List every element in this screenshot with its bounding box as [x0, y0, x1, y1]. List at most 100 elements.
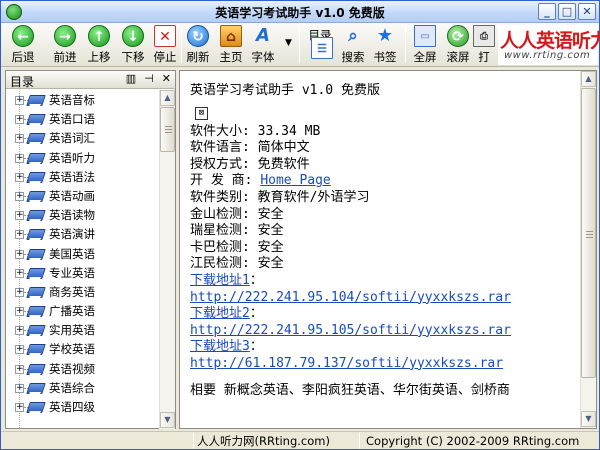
panel-close-icon[interactable]: ✕ [162, 72, 171, 85]
info-field-value: 简体中文 [257, 140, 310, 156]
panel-pin-icon[interactable]: ⊣ [144, 72, 154, 85]
search-icon: ⌕ [348, 26, 358, 46]
download-label-link[interactable]: 下载地址3 [190, 339, 250, 354]
tree-item[interactable]: + 英语口语 [6, 110, 158, 129]
tree-item[interactable]: + 实用英语 [6, 321, 158, 340]
expand-plus-icon[interactable]: + [15, 268, 24, 278]
info-field-row: 授权方式: 免费软件 [190, 157, 580, 174]
info-field-value: 免费软件 [257, 156, 310, 172]
tree-item-label: 专业英语 [49, 265, 95, 280]
expand-plus-icon[interactable]: + [15, 115, 24, 125]
tree-item[interactable]: + 英语综合 [6, 379, 158, 398]
tree-item[interactable]: + 美国英语 [6, 245, 158, 264]
scroll-down-arrow-icon[interactable]: ▼ [581, 411, 596, 427]
scroll-up-arrow-icon[interactable]: ▲ [581, 71, 596, 87]
tree-item-label: 英语动画 [49, 188, 95, 203]
download-label-link[interactable]: 下载地址1 [190, 273, 250, 288]
forward-button[interactable]: → 前进 [46, 25, 84, 65]
tree-item-label: 英语演讲 [49, 227, 95, 242]
tree-item[interactable]: + 学校英语 [6, 340, 158, 359]
download-url-link[interactable]: http://61.187.79.137/softii/yyxxkszs.rar [190, 356, 503, 371]
panel-layout-icon[interactable]: ▥ [126, 72, 136, 85]
tree-item[interactable]: + 英语演讲 [6, 225, 158, 244]
info-field-row: 卡巴检测: 安全 [190, 240, 580, 257]
expand-plus-icon[interactable]: + [15, 307, 24, 317]
developer-homepage-link[interactable]: Home Page [260, 173, 330, 188]
contents-tree: + 英语音标 + 英语口语 + 英语词汇 + 英语听力 + 英语语法 + 英语动画 + 英语读物 + 英语演讲… [6, 91, 158, 428]
minimize-button[interactable]: _ [538, 3, 556, 20]
book-icon [26, 306, 46, 318]
tree-item[interactable]: + 英语词汇 [6, 129, 158, 148]
tree-item[interactable]: + 商务英语 [6, 283, 158, 302]
logo-text: 人人英语听力 [500, 30, 600, 52]
move-up-button[interactable]: ↑ 上移 [80, 25, 118, 65]
print-icon: ⎙ [473, 25, 495, 47]
rrting-logo[interactable]: 人人英语听力 www.rrting.com [498, 25, 600, 65]
font-dropdown-arrow-icon[interactable]: ▼ [285, 38, 292, 48]
related-software-text: 相要 新概念英语、李阳疯狂英语、华尔街英语、剑桥商 [190, 382, 510, 398]
print-button[interactable]: ⎙ 打 [471, 25, 497, 65]
bookmark-button[interactable]: ★ 书签 [366, 25, 404, 65]
status-copyright: Copyright (C) 2002-2009 RRting.com [366, 434, 580, 448]
book-icon [26, 286, 46, 298]
tree-item[interactable]: + 广播英语 [6, 302, 158, 321]
download-label-link[interactable]: 下载地址2 [190, 306, 250, 321]
expand-plus-icon[interactable]: + [15, 211, 24, 221]
info-field-value: 安全 [257, 256, 284, 272]
content-scrollbar[interactable]: ▲ ▼ [580, 71, 596, 428]
tree-item[interactable]: + 英语听力 [6, 149, 158, 168]
tree-item-label: 学校英语 [49, 342, 95, 357]
expand-plus-icon[interactable]: + [15, 153, 24, 163]
expand-plus-icon[interactable]: + [15, 191, 24, 201]
back-button[interactable]: ← 后退 [4, 25, 42, 65]
expand-plus-icon[interactable]: + [15, 96, 24, 105]
info-field-value: 安全 [257, 206, 284, 222]
info-field-key: 瑞星检测: [190, 223, 250, 239]
info-field-row: 软件类别: 教育软件/外语学习 [190, 190, 580, 207]
expand-plus-icon[interactable]: + [15, 403, 24, 412]
stop-icon: ✕ [154, 25, 176, 47]
book-icon [26, 267, 46, 279]
download-url-row: http://222.241.95.105/softii/yyxxkszs.ra… [190, 323, 580, 340]
info-field-key: 卡巴检测: [190, 239, 250, 255]
expand-plus-icon[interactable]: + [15, 249, 24, 259]
status-bar: 人人听力网(RRting.com) Copyright (C) 2002-200… [1, 431, 599, 449]
scroll-thumb[interactable] [160, 107, 175, 152]
tree-item[interactable]: + 英语视频 [6, 360, 158, 379]
download-url-row: http://61.187.79.137/softii/yyxxkszs.rar [190, 356, 580, 373]
expand-plus-icon[interactable]: + [15, 364, 24, 374]
expand-plus-icon[interactable]: + [15, 230, 24, 240]
status-separator [193, 433, 194, 449]
scroll-thumb[interactable] [581, 88, 596, 378]
down-arrow-icon: ↓ [122, 25, 144, 47]
book-icon [26, 133, 46, 145]
book-icon [26, 152, 46, 164]
download-url-link[interactable]: http://222.241.95.105/softii/yyxxkszs.ra… [190, 323, 511, 338]
maximize-button[interactable]: □ [558, 3, 576, 20]
expand-plus-icon[interactable]: + [15, 287, 24, 297]
status-site: 人人听力网(RRting.com) [197, 434, 330, 448]
scroll-up-arrow-icon[interactable]: ▲ [160, 90, 175, 106]
tree-item[interactable]: + 英语四级 [6, 398, 158, 417]
info-field-row: 软件大小: 33.34 MB [190, 124, 580, 141]
expand-plus-icon[interactable]: + [15, 134, 24, 144]
tree-scrollbar[interactable]: ▲ ▼ [159, 90, 175, 429]
forward-arrow-icon: → [54, 25, 76, 47]
info-field-row: 软件语言: 简体中文 [190, 140, 580, 157]
close-button[interactable]: ✕ [578, 3, 596, 20]
tree-item-label: 商务英语 [49, 284, 95, 299]
tree-item[interactable]: + 英语语法 [6, 168, 158, 187]
download-url-link[interactable]: http://222.241.95.104/softii/yyxxkszs.ra… [190, 290, 511, 305]
expand-plus-icon[interactable]: + [15, 345, 24, 355]
tree-item[interactable]: + 英语音标 [6, 91, 158, 110]
scroll-down-arrow-icon[interactable]: ▼ [160, 412, 175, 428]
font-button[interactable]: A 字体 [244, 25, 282, 65]
tree-item[interactable]: + 专业英语 [6, 264, 158, 283]
expand-plus-icon[interactable]: + [15, 326, 24, 336]
tree-item[interactable]: + 英语动画 [6, 187, 158, 206]
tree-item[interactable]: + 英语读物 [6, 206, 158, 225]
expand-plus-icon[interactable]: + [15, 172, 24, 182]
expand-plus-icon[interactable]: + [15, 383, 24, 393]
panel-header-buttons: ▥ ⊣ ✕ [126, 72, 171, 85]
bookmark-button-label: 书签 [373, 50, 397, 64]
